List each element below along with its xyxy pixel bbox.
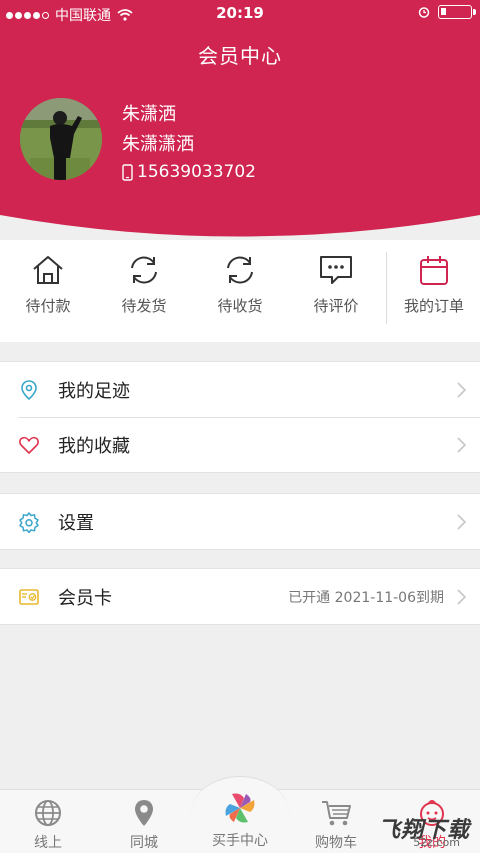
heart-icon [19,436,39,454]
tab-label: 购物车 [315,835,357,851]
order-label: 待收货 [217,297,263,315]
menu-label: 我的足迹 [58,380,130,402]
chevron-right-icon [457,514,466,530]
order-pending-payment[interactable]: 待付款 [0,240,96,342]
tab-cart[interactable]: 购物车 [288,790,384,853]
user-nickname: 朱潇潇洒 [122,134,194,155]
user-name: 朱潇洒 [122,104,176,125]
battery-icon [438,5,476,19]
tab-buyer-center[interactable]: 买手中心 [192,790,288,853]
avatar-image [20,98,102,180]
location-pin-icon [135,800,153,826]
clock: 20:19 [216,4,264,22]
cart-icon [322,801,351,826]
order-pending-shipment[interactable]: 待发货 [96,240,192,342]
tab-label: 同城 [130,835,158,851]
order-pending-review[interactable]: 待评价 [288,240,384,342]
menu-item-footprint[interactable]: 我的足迹 [0,362,480,417]
order-label: 待评价 [313,297,359,315]
alarm-icon [418,7,430,18]
gear-icon [19,512,39,533]
my-orders-button[interactable]: 我的订单 [386,240,480,342]
house-icon [33,256,63,284]
menu-label: 设置 [58,512,94,534]
order-label: 待付款 [25,297,71,315]
chevron-right-icon [457,589,466,605]
menu-label: 我的收藏 [58,435,130,457]
order-label: 我的订单 [403,297,464,315]
header: 中国联通 20:19 会员中心 朱潇洒 朱潇潇洒 15639033702 [0,0,480,240]
user-info: 朱潇洒 朱潇潇洒 15639033702 [122,100,256,182]
avatar[interactable] [20,98,102,180]
globe-icon [35,800,61,826]
tab-label: 买手中心 [212,833,268,849]
menu-label: 会员卡 [58,587,112,609]
chevron-right-icon [457,382,466,398]
member-card-icon [19,589,39,605]
location-pin-icon [21,380,37,401]
calendar-icon [420,256,448,285]
user-phone-row: 15639033702 [122,162,256,182]
phone-number: 15639033702 [137,162,256,182]
order-status-row: 待付款 待发货 待收货 待评价 我的订单 [0,240,480,342]
chevron-right-icon [457,437,466,453]
menu-group-settings: 设置 [0,493,480,550]
menu-group-membership: 会员卡 已开通 2021-11-06到期 [0,568,480,625]
watermark-subtext: 52z.com [413,836,460,849]
refresh-icon [227,256,253,284]
tab-label: 线上 [34,835,62,851]
refresh-icon [131,256,157,284]
menu-item-favorites[interactable]: 我的收藏 [0,417,480,472]
menu-group-history: 我的足迹 我的收藏 [0,361,480,473]
status-bar: 中国联通 20:19 [0,0,480,28]
page-title: 会员中心 [198,44,282,68]
tab-local[interactable]: 同城 [96,790,192,853]
message-icon [320,256,352,284]
menu-item-member-card[interactable]: 会员卡 已开通 2021-11-06到期 [0,569,480,624]
order-pending-receipt[interactable]: 待收货 [192,240,288,342]
pinwheel-logo-icon [225,793,255,823]
order-label: 待发货 [121,297,167,315]
phone-icon [122,163,133,181]
tab-online[interactable]: 线上 [0,790,96,853]
member-card-status: 已开通 2021-11-06到期 [288,589,444,606]
menu-item-settings[interactable]: 设置 [0,494,480,549]
